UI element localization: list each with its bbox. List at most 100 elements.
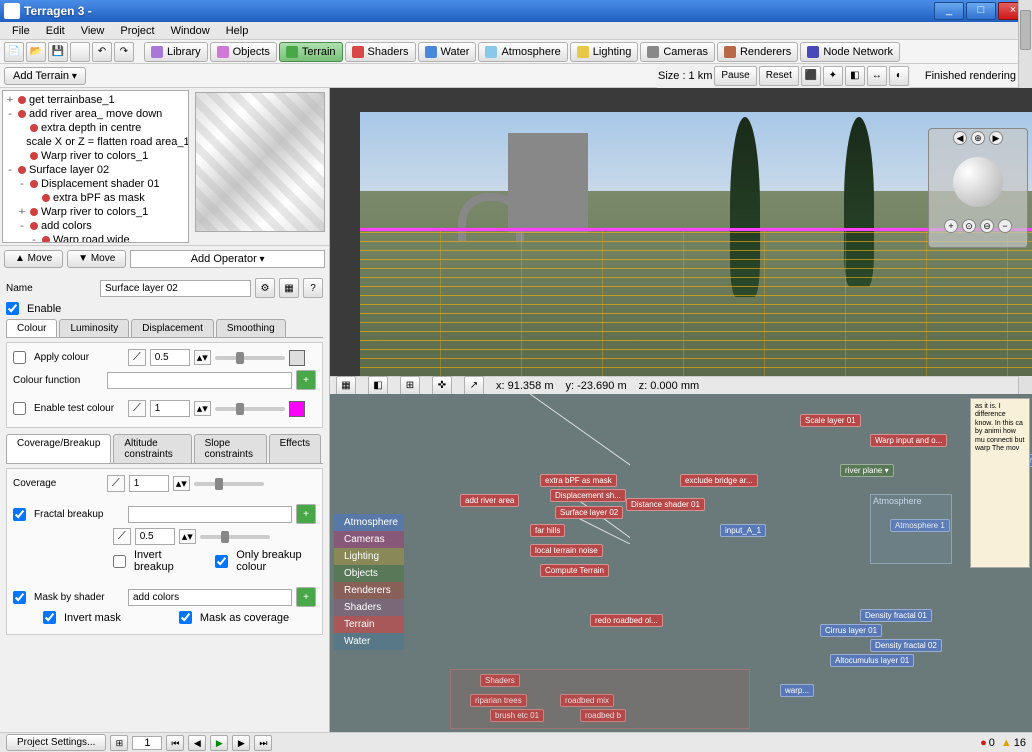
tool-open[interactable]: 📂 — [26, 42, 46, 62]
warning-count[interactable]: 16 — [1001, 737, 1026, 749]
vp-tool1[interactable]: ⬛ — [801, 66, 821, 86]
subtab-coverage[interactable]: Coverage/Breakup — [6, 434, 111, 463]
test-colour-chip[interactable] — [289, 401, 305, 417]
cat-renderers[interactable]: Renderers — [334, 582, 404, 599]
node[interactable]: Density fractal 01 — [860, 609, 932, 622]
coverage-val[interactable] — [129, 475, 169, 492]
tab-library[interactable]: Library — [144, 42, 208, 62]
tab-objects[interactable]: Objects — [210, 42, 277, 62]
vp-tool2[interactable]: ✦ — [823, 66, 843, 86]
test-colour-slider[interactable] — [215, 407, 285, 411]
tab-smoothing[interactable]: Smoothing — [216, 319, 286, 337]
node[interactable]: river plane ▾ — [840, 464, 894, 477]
node-tree[interactable]: +get terrainbase_1-add river area_ move … — [2, 90, 189, 243]
node[interactable]: far hills — [530, 524, 565, 537]
3d-viewport[interactable]: ◀⊕▶ +⊙⊖− — [330, 88, 1032, 376]
vp-tool3[interactable]: ◧ — [845, 66, 865, 86]
tree-item[interactable]: -add colors — [5, 219, 186, 233]
vp-tool5[interactable]: ◐ — [889, 66, 909, 86]
node[interactable]: Altocumulus layer 01 — [830, 654, 914, 667]
node[interactable]: Surface layer 02 — [555, 506, 623, 519]
menu-view[interactable]: View — [73, 23, 113, 39]
tab-lighting[interactable]: Lighting — [570, 42, 639, 62]
menu-window[interactable]: Window — [163, 23, 218, 39]
colour-func-add[interactable]: + — [296, 370, 316, 390]
minimize-button[interactable]: _ — [934, 2, 964, 20]
node[interactable]: add river area — [460, 494, 519, 507]
node[interactable]: Displacement sh... — [550, 489, 626, 502]
tree-item[interactable]: -Displacement shader 01 — [5, 177, 186, 191]
vps-btn5[interactable]: ↗ — [464, 376, 484, 396]
node-editor[interactable]: Atmosphere Cameras Lighting Objects Rend… — [330, 394, 1032, 734]
tab-renderers[interactable]: Renderers — [717, 42, 798, 62]
coverage-slider[interactable] — [194, 482, 264, 486]
node[interactable]: exclude bridge ar... — [680, 474, 758, 487]
cat-objects[interactable]: Objects — [334, 565, 404, 582]
enable-check[interactable] — [6, 302, 19, 315]
menu-help[interactable]: Help — [218, 23, 257, 39]
invert-breakup-check[interactable] — [113, 555, 126, 568]
node[interactable]: Compute Terrain — [540, 564, 609, 577]
node[interactable]: Cirrus layer 01 — [820, 624, 882, 637]
tree-item[interactable]: -Warp road wide — [5, 233, 186, 243]
move-up-button[interactable]: ▲ Move — [4, 250, 63, 268]
cat-atmosphere[interactable]: Atmosphere — [334, 514, 404, 531]
menu-project[interactable]: Project — [112, 23, 162, 39]
tab-shaders[interactable]: Shaders — [345, 42, 416, 62]
cat-shaders[interactable]: Shaders — [334, 599, 404, 616]
maximize-button[interactable]: □ — [966, 2, 996, 20]
tool-undo[interactable]: ↶ — [92, 42, 112, 62]
tab-atmosphere[interactable]: Atmosphere — [478, 42, 567, 62]
apply-colour-chip[interactable] — [289, 350, 305, 366]
navigation-gizmo[interactable]: ◀⊕▶ +⊙⊖− — [928, 128, 1028, 248]
vp-pause[interactable]: Pause — [714, 66, 756, 86]
colour-func-field[interactable] — [107, 372, 292, 389]
cat-lighting[interactable]: Lighting — [334, 548, 404, 565]
subtab-slope[interactable]: Slope constraints — [194, 434, 267, 463]
node[interactable]: local terrain noise — [530, 544, 603, 557]
name-opt1[interactable]: ⚙ — [255, 278, 275, 298]
fractal-check[interactable] — [13, 508, 26, 521]
vp-tool4[interactable]: ↔ — [867, 66, 887, 86]
add-terrain-button[interactable]: Add Terrain ▾ — [4, 67, 86, 85]
vps-btn4[interactable]: ✜ — [432, 376, 452, 396]
play-last[interactable]: ⏭ — [254, 735, 272, 751]
tree-item[interactable]: +get terrainbase_1 — [5, 93, 186, 107]
vp-reset[interactable]: Reset — [759, 66, 799, 86]
node[interactable]: Density fractal 02 — [870, 639, 942, 652]
tab-terrain[interactable]: Terrain — [279, 42, 343, 62]
invert-mask-check[interactable] — [43, 611, 56, 624]
node[interactable]: Scale layer 01 — [800, 414, 861, 427]
test-colour-val[interactable] — [150, 400, 190, 417]
play-next[interactable]: ▶ — [232, 735, 250, 751]
menu-file[interactable]: File — [4, 23, 38, 39]
tab-nodenetwork[interactable]: Node Network — [800, 42, 900, 62]
play-first[interactable]: ⏮ — [166, 735, 184, 751]
mask-add[interactable]: + — [296, 587, 316, 607]
fractal-slider[interactable] — [200, 535, 270, 539]
tab-water[interactable]: Water — [418, 42, 477, 62]
node[interactable]: extra bPF as mask — [540, 474, 617, 487]
apply-colour-slider[interactable] — [215, 356, 285, 360]
proj-btn[interactable]: ⊞ — [110, 735, 128, 751]
tab-luminosity[interactable]: Luminosity — [59, 319, 129, 337]
tree-item[interactable]: extra bPF as mask — [5, 191, 186, 205]
tree-item[interactable]: scale X or Z = flatten road area_1 — [5, 135, 186, 149]
add-operator-button[interactable]: Add Operator ▾ — [130, 250, 325, 268]
tree-item[interactable]: -Surface layer 02 — [5, 163, 186, 177]
tree-item[interactable]: -add river area_ move down — [5, 107, 186, 121]
cat-water[interactable]: Water — [334, 633, 404, 650]
project-settings-button[interactable]: Project Settings... — [6, 734, 106, 751]
tree-item[interactable]: Warp river to colors_1 — [5, 149, 186, 163]
apply-colour-check[interactable] — [13, 351, 26, 364]
cat-terrain[interactable]: Terrain — [334, 616, 404, 633]
vps-btn3[interactable]: ⊞ — [400, 376, 420, 396]
subtab-altitude[interactable]: Altitude constraints — [113, 434, 191, 463]
tool-redo[interactable]: ↷ — [114, 42, 134, 62]
name-field[interactable] — [100, 280, 251, 297]
vps-btn1[interactable]: ▦ — [336, 376, 356, 396]
frame-field[interactable] — [132, 736, 162, 750]
node[interactable]: Warp input and o... — [870, 434, 947, 447]
node[interactable]: warp... — [780, 684, 814, 697]
cat-cameras[interactable]: Cameras — [334, 531, 404, 548]
